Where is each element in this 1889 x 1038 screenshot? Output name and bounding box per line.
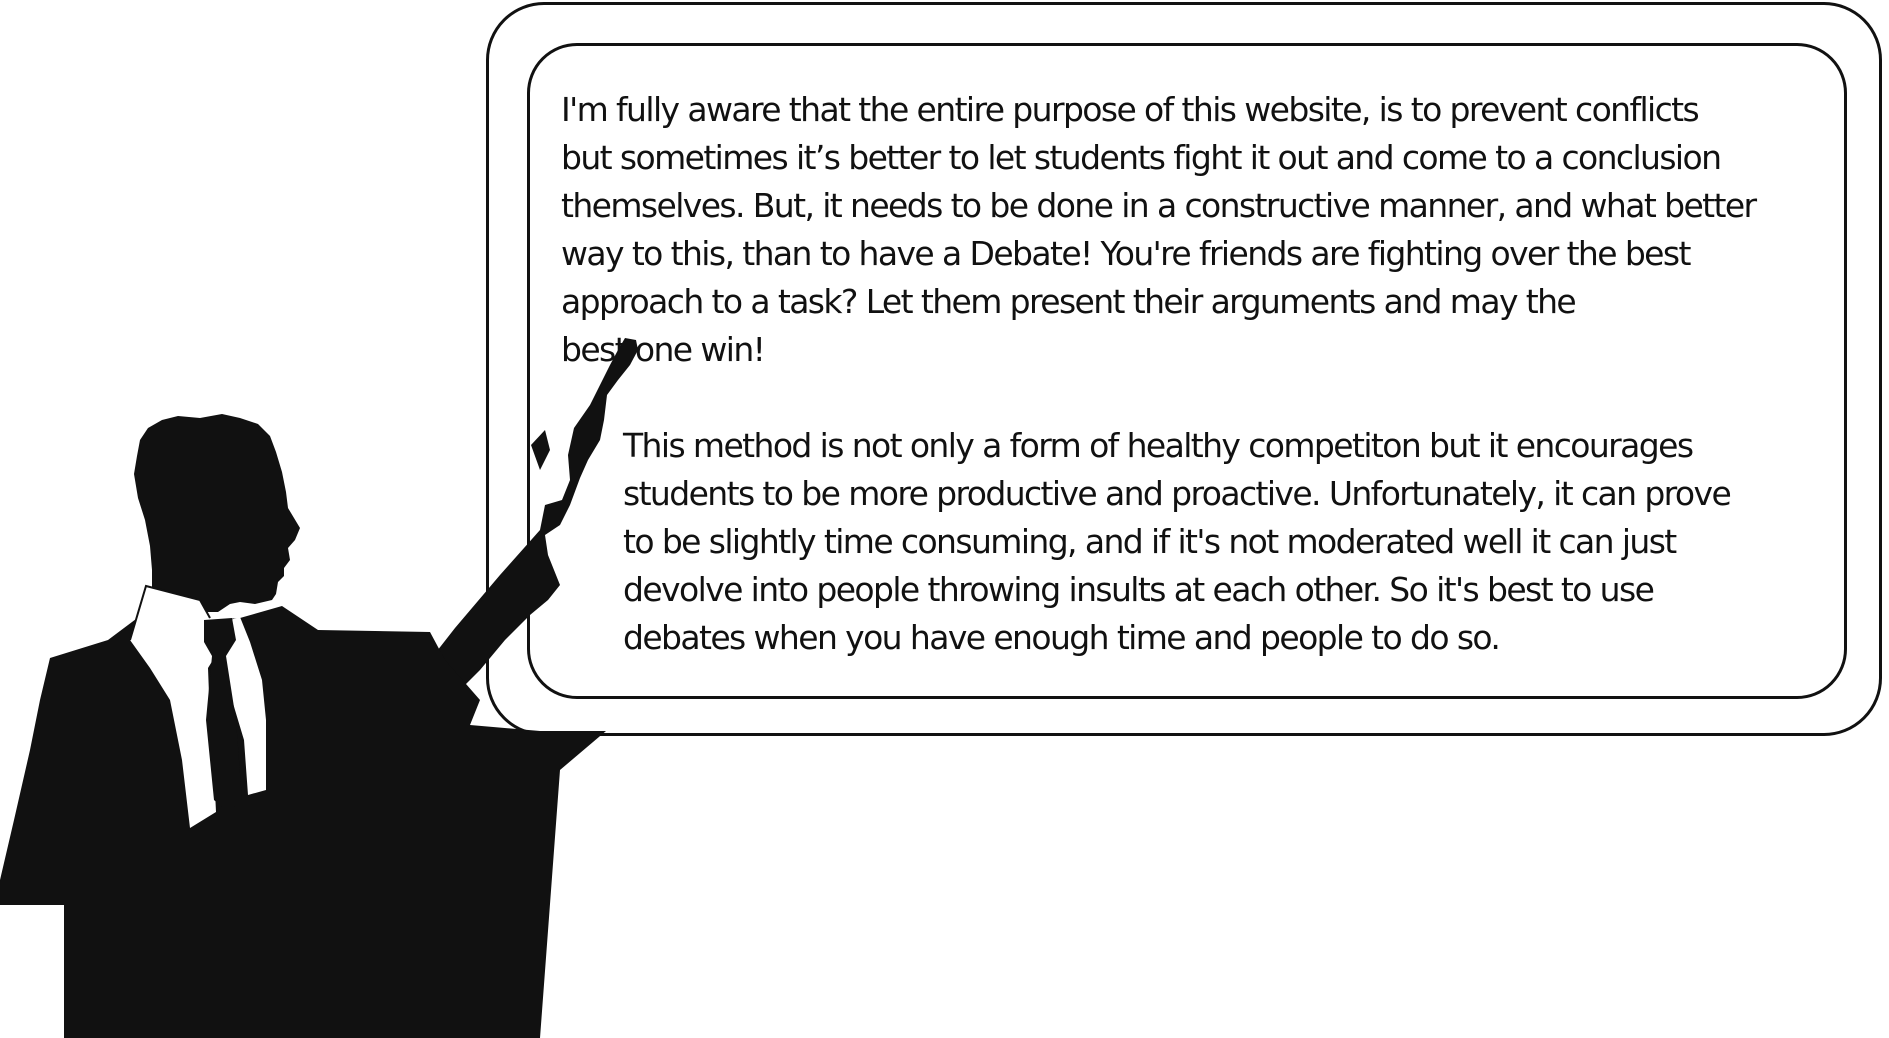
speaker-head (134, 414, 300, 612)
slide-canvas: I'm fully aware that the entire purpose … (0, 0, 1889, 1038)
thumb (531, 430, 550, 470)
pointing-arm (428, 338, 638, 705)
speaker-silhouette-illustration (0, 338, 638, 1038)
